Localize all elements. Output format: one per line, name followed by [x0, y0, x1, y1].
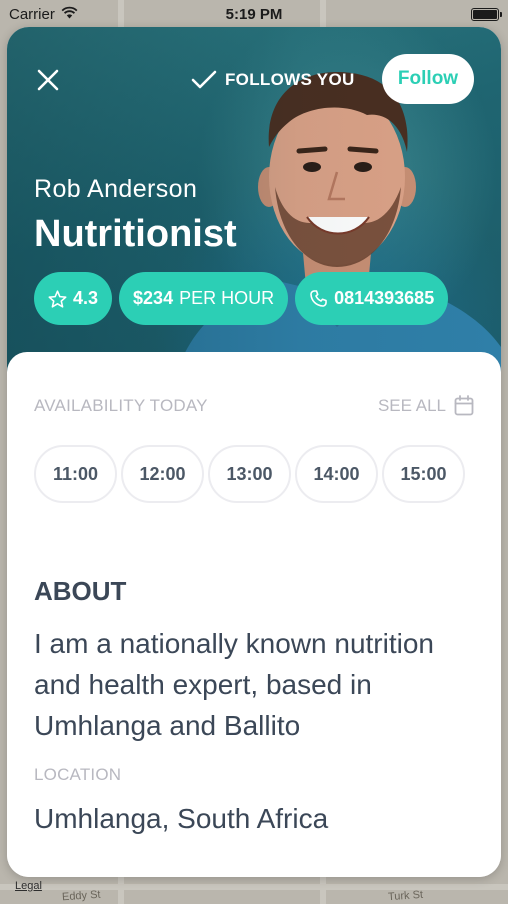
price-unit: PER HOUR [179, 288, 275, 308]
phone-pill[interactable]: 0814393685 [295, 272, 449, 325]
time-slot[interactable]: 13:00 [208, 445, 291, 503]
follows-you-label: FOLLOWS YOU [225, 70, 355, 89]
profile-pills: 4.3 $234 PER HOUR 0814393685 [34, 272, 449, 325]
close-icon [37, 69, 59, 91]
time-slot[interactable]: 11:00 [34, 445, 117, 503]
see-all-label: SEE ALL [377, 395, 446, 415]
time-slots: 11:00 12:00 13:00 14:00 15:00 [34, 445, 465, 503]
status-bar: Carrier 5:19 PM [0, 0, 508, 28]
phone-icon [310, 290, 327, 307]
follow-button[interactable]: Follow [382, 54, 474, 104]
profile-name: Rob Anderson [34, 175, 198, 203]
about-heading: ABOUT [34, 576, 127, 606]
about-text: I am a nationally known nutrition and he… [34, 628, 434, 741]
check-icon [191, 70, 217, 89]
phone-number: 0814393685 [334, 288, 435, 308]
time-slot[interactable]: 15:00 [382, 445, 465, 503]
time-slot[interactable]: 12:00 [121, 445, 204, 503]
profile-card: FOLLOWS YOU Follow Rob Anderson Nutritio… [7, 27, 501, 877]
rating-value: 4.3 [73, 288, 99, 308]
availability-label: AVAILABILITY TODAY [34, 395, 208, 415]
wifi-icon [61, 6, 78, 23]
profile-details: AVAILABILITY TODAY SEE ALL 11:00 12:00 1… [7, 352, 501, 877]
see-all-button[interactable]: SEE ALL [378, 395, 474, 416]
availability-header: AVAILABILITY TODAY SEE ALL [34, 395, 474, 416]
battery-icon [471, 7, 502, 21]
follows-you-indicator: FOLLOWS YOU [191, 65, 355, 95]
profile-title: Nutritionist [34, 213, 237, 255]
calendar-icon [454, 395, 474, 416]
time-slot[interactable]: 14:00 [295, 445, 378, 503]
price-pill[interactable]: $234 PER HOUR [119, 272, 289, 325]
location-value: Umhlanga, South Africa [34, 803, 329, 834]
close-button[interactable] [33, 65, 63, 95]
price-value: $234 [133, 288, 174, 308]
location-label: LOCATION [34, 765, 122, 784]
star-icon [48, 289, 67, 308]
rating-pill[interactable]: 4.3 [34, 272, 113, 325]
carrier-label: Carrier [9, 5, 55, 23]
